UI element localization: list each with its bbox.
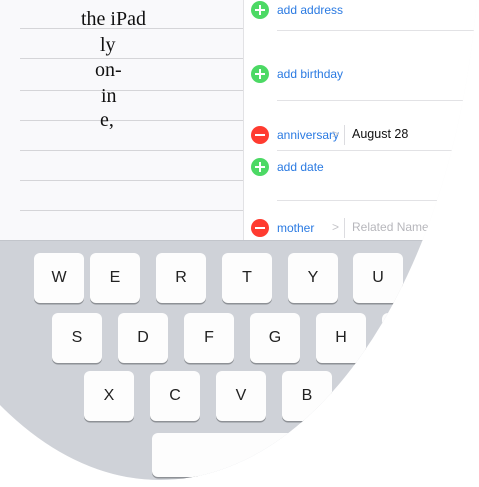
key-n[interactable]: N <box>348 371 398 421</box>
book-text-line: in <box>96 85 117 107</box>
remove-circle-icon[interactable] <box>251 219 269 237</box>
key-c[interactable]: C <box>150 371 200 421</box>
pane-divider-line <box>20 150 243 151</box>
add-date-row[interactable]: add date <box>244 151 479 183</box>
pane-divider-line <box>20 90 243 91</box>
key-t[interactable]: T <box>222 253 272 303</box>
space-bar[interactable] <box>152 433 479 477</box>
onscreen-keyboard: W E R T Y U I S D F G H J K X C V B N M <box>0 240 479 480</box>
anniversary-row[interactable]: anniversary > August 28 <box>244 119 479 151</box>
related-names-field[interactable]: Related Names <box>352 220 435 234</box>
add-birthday-row[interactable]: add birthday <box>244 58 479 90</box>
book-text-line: the iPad <box>81 8 146 30</box>
key-g[interactable]: G <box>250 313 300 363</box>
chevron-right-icon: > <box>332 220 340 234</box>
key-b[interactable]: B <box>282 371 332 421</box>
key-d[interactable]: D <box>118 313 168 363</box>
key-y[interactable]: Y <box>288 253 338 303</box>
row-separator <box>277 30 479 31</box>
field-separator <box>344 218 345 238</box>
key-u[interactable]: U <box>353 253 403 303</box>
key-f[interactable]: F <box>184 313 234 363</box>
key-h[interactable]: H <box>316 313 366 363</box>
chevron-right-icon: > <box>332 127 340 141</box>
anniversary-date-value[interactable]: August 28 <box>352 127 408 141</box>
key-k[interactable]: K <box>441 313 479 363</box>
key-r[interactable]: R <box>156 253 206 303</box>
pane-divider-line <box>20 120 243 121</box>
ipad-screen: add address add birthday anniversary > A… <box>0 0 479 480</box>
add-address-row[interactable]: add address <box>244 0 479 26</box>
notes-pane <box>0 0 243 240</box>
key-w[interactable]: W <box>34 253 84 303</box>
key-m[interactable]: M <box>414 371 464 421</box>
relation-label[interactable]: mother <box>277 221 314 235</box>
key-i[interactable]: I <box>418 253 468 303</box>
book-text-line: ly <box>100 34 116 56</box>
pane-divider-line <box>20 58 243 59</box>
add-circle-icon[interactable] <box>251 158 269 176</box>
row-separator <box>277 100 479 101</box>
pane-divider-line <box>20 180 243 181</box>
key-j[interactable]: J <box>382 313 432 363</box>
book-text-line: e, <box>100 109 114 131</box>
add-birthday-label: add birthday <box>277 67 344 81</box>
add-address-label: add address <box>277 3 344 17</box>
remove-circle-icon[interactable] <box>251 126 269 144</box>
contact-edit-pane: add address add birthday anniversary > A… <box>243 0 479 240</box>
add-circle-icon[interactable] <box>251 65 269 83</box>
book-text-line: on- <box>95 59 122 81</box>
key-x[interactable]: X <box>84 371 134 421</box>
add-circle-icon[interactable] <box>251 1 269 19</box>
add-date-label: add date <box>277 160 324 174</box>
field-separator <box>344 125 345 145</box>
photo-stage: add address add birthday anniversary > A… <box>0 0 479 487</box>
anniversary-label[interactable]: anniversary <box>277 128 339 142</box>
screen-content: add address add birthday anniversary > A… <box>0 0 479 480</box>
pane-divider-line <box>20 210 243 211</box>
row-separator <box>277 200 479 201</box>
key-v[interactable]: V <box>216 371 266 421</box>
key-e[interactable]: E <box>90 253 140 303</box>
key-s[interactable]: S <box>52 313 102 363</box>
